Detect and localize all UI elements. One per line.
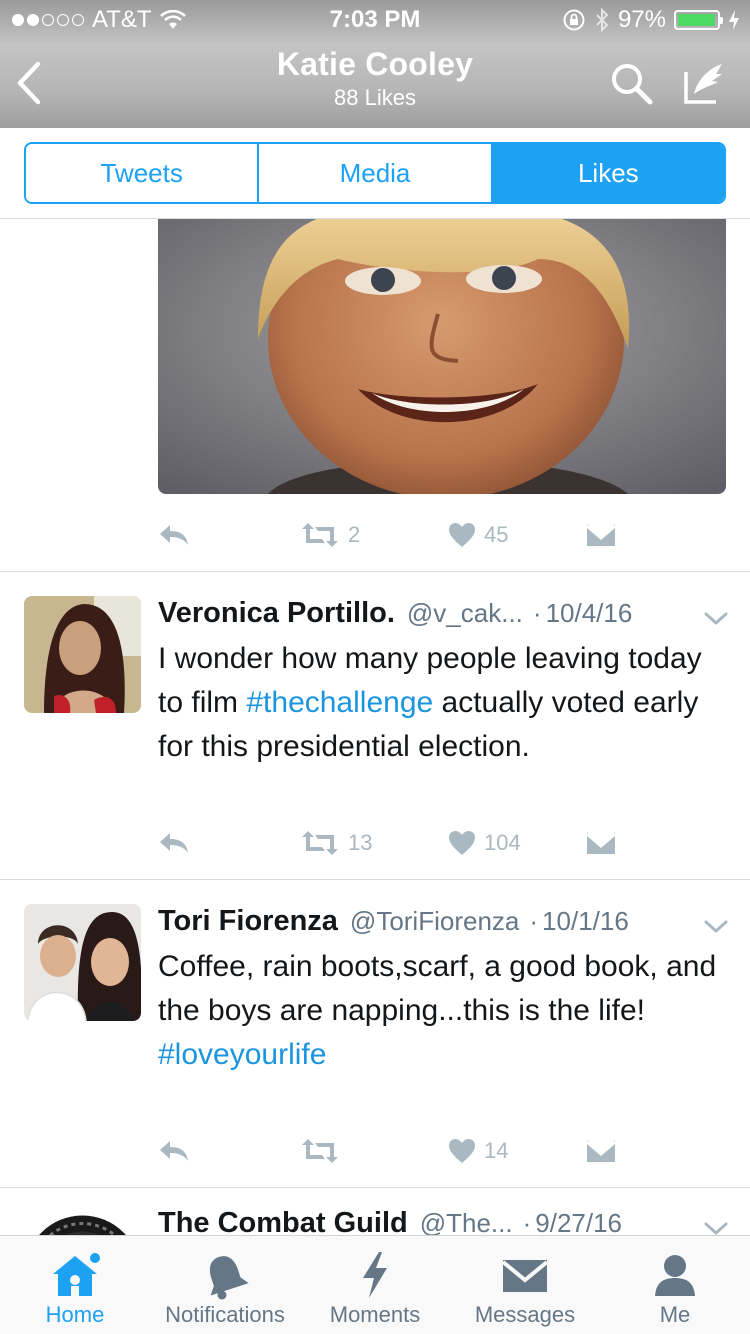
date-separator: ·	[532, 598, 542, 628]
bottom-tab-bar: Home Notifications Moments Messages Me	[0, 1235, 750, 1334]
retweet-icon	[300, 831, 340, 855]
tab-tweets[interactable]: Tweets	[26, 144, 260, 202]
author-name[interactable]: The Combat Guild	[158, 1207, 408, 1235]
like-count: 14	[484, 1138, 509, 1163]
charging-bolt-icon	[729, 10, 739, 30]
battery-icon	[674, 10, 723, 30]
direct-message-button[interactable]	[586, 831, 616, 855]
like-count: 45	[484, 522, 509, 547]
tweet-text: Coffee, rain boots,scarf, a good book, a…	[158, 945, 718, 1077]
retweet-icon	[300, 523, 340, 547]
tweet-separator	[0, 1187, 750, 1188]
retweet-icon	[300, 1139, 340, 1163]
profile-header: AT&T 7:03 PM 97% Katie Cooley 88 Likes	[0, 0, 750, 128]
author-handle[interactable]: @The...	[420, 1208, 513, 1235]
tweet-photo[interactable]	[158, 219, 726, 494]
tweet-header: Veronica Portillo. @v_cak... · 10/4/16	[158, 597, 728, 630]
avatar[interactable]	[24, 904, 141, 1021]
compose-icon[interactable]	[682, 60, 728, 106]
chevron-down-icon[interactable]	[704, 611, 728, 627]
reply-button[interactable]	[158, 1139, 190, 1163]
timeline[interactable]: 2 45 Veronica Portillo. @v_cak... · 10/4…	[0, 219, 750, 1235]
chevron-down-icon[interactable]	[704, 919, 728, 935]
retweet-count: 2	[348, 522, 361, 547]
envelope-icon	[501, 1260, 549, 1292]
retweet-button[interactable]: 13	[300, 830, 372, 856]
retweet-button[interactable]: 2	[300, 522, 360, 548]
date-separator: ·	[529, 906, 539, 936]
tweet-date: 10/1/16	[542, 906, 629, 936]
reply-button[interactable]	[158, 523, 190, 547]
retweet-button[interactable]	[300, 1139, 348, 1163]
tab-label: Messages	[474, 1302, 576, 1327]
reply-icon	[158, 523, 190, 547]
avatar[interactable]	[24, 1215, 141, 1235]
person-icon	[655, 1255, 695, 1296]
author-name[interactable]: Veronica Portillo.	[158, 597, 395, 630]
tab-label: Me	[659, 1302, 691, 1327]
tweet-text: I wonder how many people leaving today t…	[158, 637, 718, 769]
tab-moments[interactable]: Moments	[300, 1236, 450, 1334]
like-button[interactable]: 14	[448, 1138, 508, 1164]
reply-button[interactable]	[158, 831, 190, 855]
like-button[interactable]: 104	[448, 830, 521, 856]
tweet-header: The Combat Guild @The... · 9/27/16	[158, 1207, 728, 1235]
like-button[interactable]: 45	[448, 522, 508, 548]
direct-message-icon	[586, 523, 616, 547]
author-handle[interactable]: @v_cak...	[407, 598, 523, 629]
tab-label: Moments	[329, 1302, 421, 1327]
direct-message-icon	[586, 831, 616, 855]
avatar[interactable]	[24, 596, 141, 713]
tab-label: Notifications	[165, 1302, 285, 1327]
author-name[interactable]: Tori Fiorenza	[158, 905, 338, 938]
tweet-text-part: Coffee, rain boots,scarf, a good book, a…	[158, 950, 717, 1027]
tab-media[interactable]: Media	[259, 144, 493, 202]
tweet-date: 9/27/16	[535, 1208, 623, 1235]
tab-home[interactable]: Home	[0, 1236, 150, 1334]
tab-label: Home	[45, 1302, 105, 1327]
author-handle[interactable]: @ToriFiorenza	[350, 906, 519, 937]
tweet-header: Tori Fiorenza @ToriFiorenza · 10/1/16	[158, 905, 728, 938]
tweet-actions: 14	[158, 1131, 658, 1171]
date-separator: ·	[522, 1208, 532, 1235]
reply-icon	[158, 1139, 190, 1163]
rotation-lock-icon	[563, 9, 585, 31]
lightning-icon	[363, 1252, 387, 1298]
search-icon[interactable]	[610, 62, 654, 106]
heart-icon	[448, 1138, 476, 1164]
home-icon	[53, 1251, 102, 1296]
hashtag-link[interactable]: #loveyourlife	[158, 1038, 326, 1071]
tweet-date: 10/4/16	[545, 598, 633, 628]
like-count: 104	[484, 830, 521, 855]
battery-percent: 97%	[617, 6, 666, 33]
tweet-separator	[0, 879, 750, 880]
reply-icon	[158, 831, 190, 855]
battery-level	[678, 14, 715, 26]
tab-notifications[interactable]: Notifications	[150, 1236, 300, 1334]
tweet-actions: 13 104	[158, 823, 658, 863]
retweet-count: 13	[348, 830, 373, 855]
hashtag-link[interactable]: #thechallenge	[246, 686, 433, 719]
direct-message-icon	[586, 1139, 616, 1163]
tweet-actions: 2 45	[158, 515, 658, 555]
bluetooth-icon	[596, 8, 609, 32]
profile-tabs: Tweets Media Likes	[24, 142, 726, 204]
tab-me[interactable]: Me	[600, 1236, 750, 1334]
status-bar: AT&T 7:03 PM 97%	[0, 0, 750, 40]
heart-icon	[448, 830, 476, 856]
tweet-separator	[0, 571, 750, 572]
chevron-down-icon[interactable]	[704, 1221, 728, 1235]
bell-icon	[209, 1256, 249, 1300]
tab-likes[interactable]: Likes	[492, 144, 724, 202]
direct-message-button[interactable]	[586, 523, 616, 547]
tab-messages[interactable]: Messages	[450, 1236, 600, 1334]
direct-message-button[interactable]	[586, 1139, 616, 1163]
heart-icon	[448, 522, 476, 548]
status-indicators: 97%	[562, 6, 740, 34]
